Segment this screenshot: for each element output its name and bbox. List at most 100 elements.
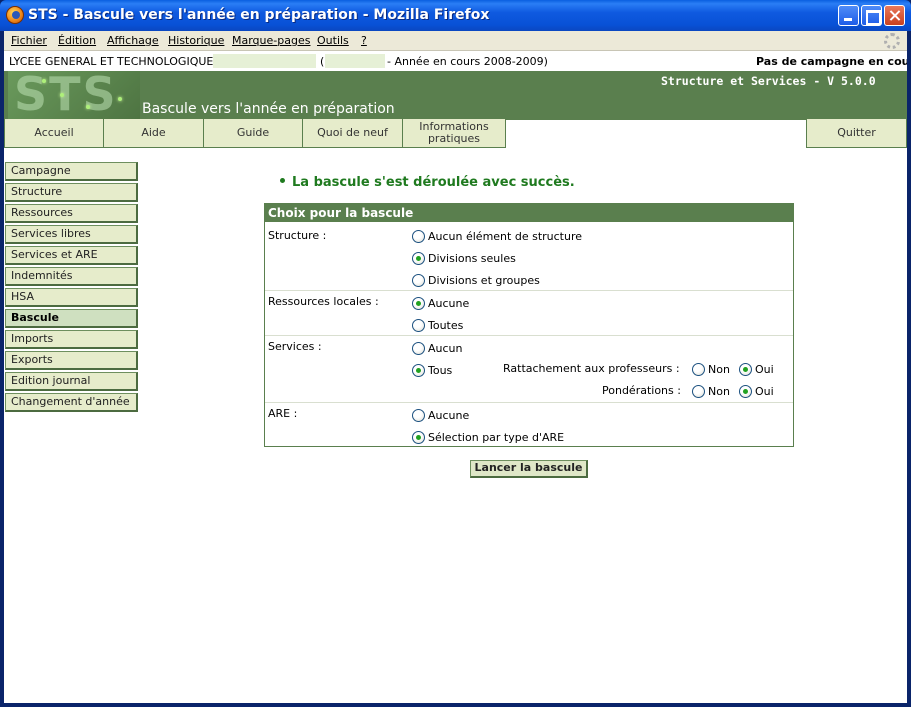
option-label: Oui [755, 362, 774, 376]
rattachement-label: Rattachement aux professeurs : [503, 362, 680, 375]
radio-button[interactable] [412, 229, 425, 243]
radio-button[interactable] [412, 408, 425, 422]
option-label: Tous [428, 363, 453, 377]
ponderations-option-non[interactable]: Non [692, 384, 730, 398]
services-option-aucun[interactable]: Aucun [412, 341, 463, 355]
structure-option-aucun[interactable]: Aucun élément de structure [412, 229, 582, 243]
logo-dot [60, 93, 64, 97]
option-label: Oui [755, 384, 774, 398]
radio-button[interactable] [412, 341, 425, 355]
are-label: ARE : [268, 407, 298, 420]
menu-help[interactable]: ? [361, 34, 367, 47]
info-bar: LYCEE GENERAL ET TECHNOLOGIQUE ( - Année… [4, 52, 907, 71]
are-option-aucune[interactable]: Aucune [412, 408, 469, 422]
ressources-option-aucune[interactable]: Aucune [412, 296, 469, 310]
sidebar-item-indemnites[interactable]: Indemnités [5, 267, 138, 286]
launch-bascule-button[interactable]: Lancer la bascule [470, 460, 588, 478]
logo-text: STS [14, 71, 118, 119]
sidebar-item-structure[interactable]: Structure [5, 183, 138, 202]
success-text: La bascule s'est déroulée avec succès. [292, 175, 575, 190]
option-label: Sélection par type d'ARE [428, 430, 565, 444]
school-name: LYCEE GENERAL ET TECHNOLOGIQUE [9, 55, 214, 68]
option-label: Aucun [428, 341, 463, 355]
logo-dot [42, 79, 46, 83]
menu-outils[interactable]: Outils [317, 34, 349, 47]
radio-button[interactable] [412, 296, 425, 310]
window-titlebar: STS - Bascule vers l'année en préparatio… [0, 0, 911, 31]
page-heading: Bascule vers l'année en préparation [142, 101, 395, 117]
rattachement-option-non[interactable]: Non [692, 362, 730, 376]
sidebar-item-edition-journal[interactable]: Edition journal [5, 372, 138, 391]
campaign-status: Pas de campagne en cours [756, 55, 907, 68]
tab-aide[interactable]: Aide [103, 119, 204, 148]
option-label: Aucune [428, 408, 470, 422]
option-label: Non [708, 362, 730, 376]
option-label: Non [708, 384, 730, 398]
radio-button[interactable] [739, 384, 752, 398]
menu-edition[interactable]: Édition [58, 34, 96, 47]
option-label: Toutes [428, 318, 464, 332]
radio-button[interactable] [412, 363, 425, 377]
radio-button[interactable] [692, 362, 705, 376]
tab-quitter[interactable]: Quitter [806, 119, 907, 148]
page: LYCEE GENERAL ET TECHNOLOGIQUE ( - Année… [4, 52, 907, 703]
radio-button[interactable] [412, 318, 425, 332]
sidebar-item-services-libres[interactable]: Services libres [5, 225, 138, 244]
radio-button[interactable] [412, 273, 425, 287]
menu-fichier[interactable]: Fichier [11, 34, 47, 47]
sidebar-item-services-are[interactable]: Services et ARE [5, 246, 138, 265]
menu-affichage[interactable]: Affichage [107, 34, 159, 47]
maximize-button[interactable] [861, 5, 882, 26]
top-nav: Accueil Aide Guide Quoi de neuf Informat… [4, 119, 907, 149]
ressources-label: Ressources locales : [268, 295, 379, 308]
radio-button[interactable] [739, 362, 752, 376]
close-button[interactable] [884, 5, 905, 26]
menu-marque-pages[interactable]: Marque-pages [232, 34, 310, 47]
firefox-icon [6, 6, 24, 24]
sidebar-item-changement-annee[interactable]: Changement d'année [5, 393, 138, 412]
tab-accueil[interactable]: Accueil [4, 119, 104, 148]
tab-quoi-de-neuf[interactable]: Quoi de neuf [302, 119, 403, 148]
logo-dot [118, 97, 122, 101]
are-option-selection-par-type[interactable]: Sélection par type d'ARE [412, 430, 564, 444]
services-label: Services : [268, 340, 322, 353]
paren-open: ( [320, 55, 325, 68]
option-label: Aucune [428, 296, 470, 310]
services-option-tous[interactable]: Tous [412, 363, 452, 377]
tab-guide[interactable]: Guide [203, 119, 303, 148]
option-label: Divisions et groupes [428, 273, 540, 287]
structure-label: Structure : [268, 229, 327, 242]
window-title: STS - Bascule vers l'année en préparatio… [28, 7, 490, 23]
panel-title: Choix pour la bascule [265, 204, 793, 222]
ponderations-label: Pondérations : [602, 384, 681, 397]
logo-dot [86, 105, 90, 109]
menu-historique[interactable]: Historique [168, 34, 224, 47]
tab-informations-pratiques[interactable]: Informations pratiques [402, 119, 506, 148]
sidebar-item-bascule[interactable]: Bascule [5, 309, 138, 328]
choices-panel: Choix pour la bascule Structure : Aucun … [264, 203, 794, 447]
sts-logo: STS [8, 71, 140, 119]
header-banner: STS Structure et Services - V 5.0.0 Basc… [4, 71, 907, 119]
radio-button[interactable] [692, 384, 705, 398]
sidebar-item-ressources[interactable]: Ressources [5, 204, 138, 223]
school-name-field [213, 54, 316, 68]
sidebar-item-imports[interactable]: Imports [5, 330, 138, 349]
current-year: - Année en cours 2008-2009) [387, 55, 548, 68]
ponderations-option-oui[interactable]: Oui [739, 384, 774, 398]
structure-option-divisions-seules[interactable]: Divisions seules [412, 251, 516, 265]
sidebar-item-campagne[interactable]: Campagne [5, 162, 138, 181]
rattachement-option-oui[interactable]: Oui [739, 362, 774, 376]
success-message: La bascule s'est déroulée avec succès. [280, 175, 575, 190]
minimize-button[interactable] [838, 5, 859, 26]
sidebar-item-hsa[interactable]: HSA [5, 288, 138, 307]
throbber-icon [884, 33, 900, 49]
sidebar-item-exports[interactable]: Exports [5, 351, 138, 370]
structure-option-divisions-groupes[interactable]: Divisions et groupes [412, 273, 540, 287]
ressources-option-toutes[interactable]: Toutes [412, 318, 463, 332]
option-label: Divisions seules [428, 251, 516, 265]
section-divider [265, 402, 793, 403]
radio-button[interactable] [412, 430, 425, 444]
radio-button[interactable] [412, 251, 425, 265]
section-divider [265, 335, 793, 336]
app-name: Structure et Services - V 5.0.0 [661, 74, 876, 88]
